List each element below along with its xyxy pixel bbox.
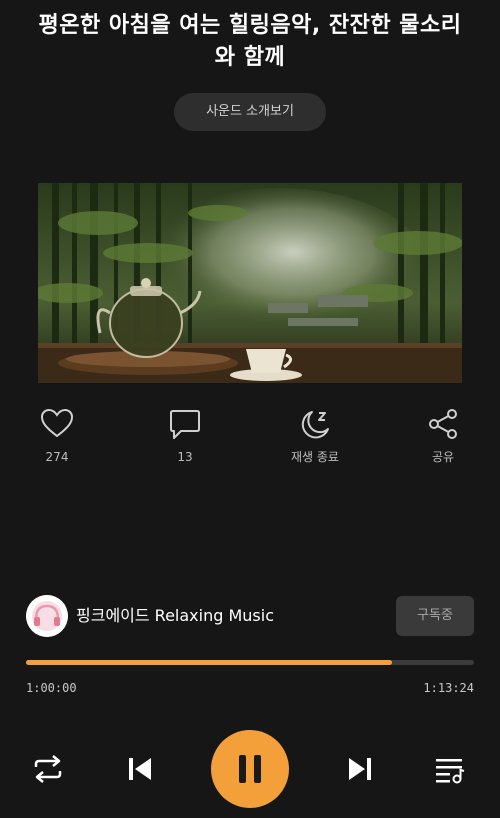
- channel-row: 핑크에이드 Relaxing Music 구독중: [24, 594, 476, 638]
- sleep-timer-button[interactable]: 재생 종료: [270, 407, 360, 465]
- moon-sleep-icon: [301, 411, 329, 439]
- share-button[interactable]: 공유: [398, 407, 488, 465]
- track-title: 평온한 아침을 여는 힐링음악, 잔잔한 물소리와 함께: [38, 13, 462, 70]
- playlist-button[interactable]: [434, 756, 466, 788]
- progress-bar[interactable]: [26, 660, 474, 665]
- skip-previous-icon: [129, 758, 151, 780]
- elapsed-time: 1:00:00: [26, 681, 77, 695]
- play-pause-button[interactable]: [211, 730, 289, 808]
- like-button[interactable]: 274: [12, 407, 102, 465]
- total-time: 1:13:24: [423, 681, 474, 695]
- comment-icon: [170, 410, 200, 439]
- track-artwork: [38, 183, 462, 383]
- share-icon: [429, 409, 457, 439]
- previous-button[interactable]: [127, 756, 155, 786]
- heart-icon: [40, 408, 74, 438]
- like-count: 274: [45, 450, 69, 464]
- comment-count: 13: [177, 450, 193, 464]
- channel-name[interactable]: 핑크에이드 Relaxing Music: [76, 594, 274, 638]
- comment-button[interactable]: 13: [140, 407, 230, 465]
- repeat-icon: [34, 755, 62, 783]
- playback-controls: [0, 720, 500, 818]
- channel-avatar[interactable]: [26, 595, 68, 637]
- pause-icon: [239, 755, 261, 783]
- repeat-button[interactable]: [32, 754, 64, 788]
- progress-fill: [26, 660, 393, 665]
- skip-next-icon: [349, 758, 371, 780]
- subscribe-button[interactable]: 구독중: [396, 596, 474, 636]
- sleep-timer-label: 재생 종료: [291, 450, 339, 464]
- sound-intro-button[interactable]: 사운드 소개보기: [174, 93, 326, 131]
- playlist-icon: [436, 759, 465, 784]
- next-button[interactable]: [345, 756, 373, 786]
- headphones-logo-icon: [26, 595, 68, 637]
- action-bar: 274 13 재생 종료 공유: [0, 407, 500, 477]
- share-label: 공유: [431, 450, 455, 464]
